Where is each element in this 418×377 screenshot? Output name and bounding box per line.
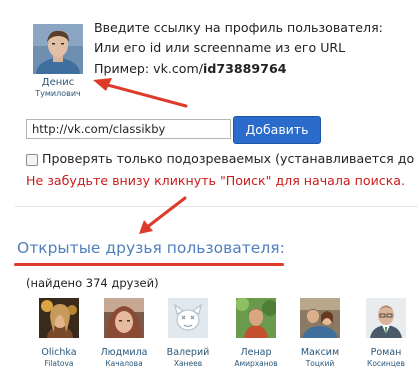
title-highlight-underline [14,263,284,266]
arrow-annotation [144,196,187,230]
friend-photo[interactable] [104,298,144,338]
friend-card[interactable]: Ленар Амирханов [226,298,286,368]
friend-photo[interactable] [236,298,276,338]
arrow-annotation [139,220,153,234]
friends-count: (найдено 374 друзей) [26,276,159,290]
friend-first-name[interactable]: Olichka [29,347,89,358]
friend-photo-image [366,298,406,338]
friend-card[interactable]: Роман Косинцев [356,298,416,368]
profile-url-input[interactable] [26,119,231,139]
example-prefix: Пример: vk.com/ [94,61,204,76]
friend-card[interactable]: Максим Тоцкий [290,298,350,368]
profile-first-name[interactable]: Денис [28,77,88,88]
profile-avatar[interactable] [33,24,83,74]
placeholder-dog-icon [168,298,208,338]
friend-photo[interactable] [300,298,340,338]
suspects-only-checkbox[interactable] [26,154,38,166]
friend-last-name[interactable]: Ханеев [158,359,218,368]
instruction-line-1: Введите ссылку на профиль пользователя: [94,20,383,35]
suspects-only-label[interactable]: Проверять только подозреваемых (устанавл… [42,151,418,166]
instruction-example: Пример: vk.com/id73889764 [94,61,286,76]
profile-last-name[interactable]: Тумилович [24,89,92,98]
search-reminder-text: Не забудьте внизу кликнуть "Поиск" для н… [26,173,406,188]
friend-first-name[interactable]: Ленар [226,347,286,358]
friend-first-name[interactable]: Максим [290,347,350,358]
avatar-photo [33,24,83,74]
friend-photo-image [236,298,276,338]
friend-photo-image [104,298,144,338]
friend-last-name[interactable]: Filatova [29,359,89,368]
friend-photo-image [300,298,340,338]
friend-last-name[interactable]: Косинцев [356,359,416,368]
friend-last-name[interactable]: Тоцкий [290,359,350,368]
friend-last-name[interactable]: Качалова [94,359,154,368]
arrow-annotation [98,81,188,108]
friend-card[interactable]: Валерий Ханеев [158,298,218,368]
friend-photo[interactable] [366,298,406,338]
friend-first-name[interactable]: Валерий [158,347,218,358]
friend-photo-image [39,298,79,338]
friend-first-name[interactable]: Людмила [94,347,154,358]
friend-last-name[interactable]: Амирханов [226,359,286,368]
friend-first-name[interactable]: Роман [356,347,416,358]
friend-card[interactable]: Людмила Качалова [94,298,154,368]
friend-photo[interactable] [168,298,208,338]
divider [15,206,418,207]
friend-card[interactable]: Olichka Filatova [29,298,89,368]
example-id: id73889764 [203,61,287,76]
add-button[interactable]: Добавить [233,116,321,144]
arrow-annotation [93,78,112,91]
friend-photo[interactable] [39,298,79,338]
instruction-line-2: Или его id или screenname из его URL [94,40,346,55]
open-friends-title: Открытые друзья пользователя: [17,239,285,257]
